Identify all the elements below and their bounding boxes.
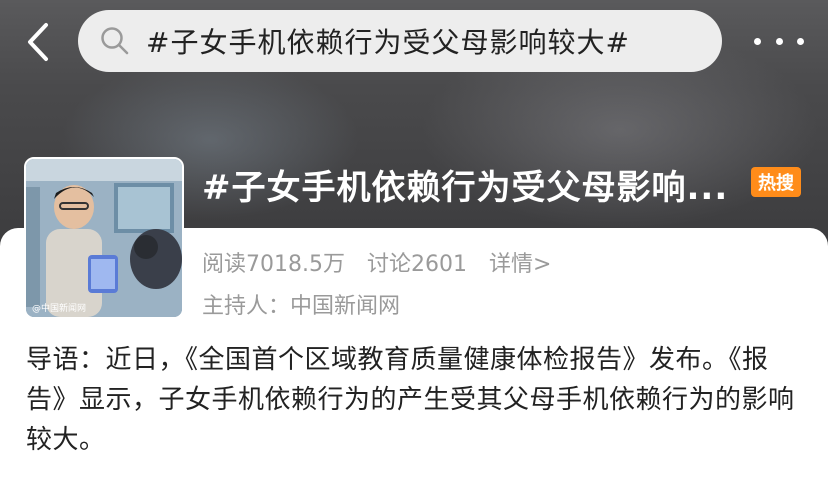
discussion-count: 讨论2601 <box>366 252 467 277</box>
topic-host[interactable]: 主持人：中国新闻网 <box>202 288 400 320</box>
more-options-button[interactable] <box>754 26 804 56</box>
search-query-text[interactable]: #子女手机依赖行为受父母影响较大# <box>146 21 630 61</box>
more-dot-icon <box>775 37 783 45</box>
search-bar[interactable]: #子女手机依赖行为受父母影响较大# <box>78 10 722 72</box>
details-link[interactable]: 详情> <box>489 246 551 278</box>
topic-stats: 阅读7018.5万 讨论2601 详情> <box>202 246 551 278</box>
topic-intro: 导语：近日，《全国首个区域教育质量健康体检报告》发布。《报告》显示，子女手机依赖… <box>26 345 795 455</box>
topic-thumbnail[interactable]: @中国新闻网 <box>24 157 184 319</box>
more-dot-icon <box>797 37 804 45</box>
read-count: 阅读7018.5万 <box>202 252 345 277</box>
thumbnail-image: @中国新闻网 <box>26 159 182 317</box>
back-button[interactable] <box>20 20 56 64</box>
more-dot-icon <box>754 37 761 45</box>
search-icon <box>98 24 132 58</box>
topic-title: #子女手机依赖行为受父母影响... <box>202 168 729 208</box>
hot-search-badge: 热搜 <box>751 167 801 197</box>
thumbnail-watermark: @中国新闻网 <box>32 302 86 314</box>
chevron-left-icon <box>28 23 48 61</box>
